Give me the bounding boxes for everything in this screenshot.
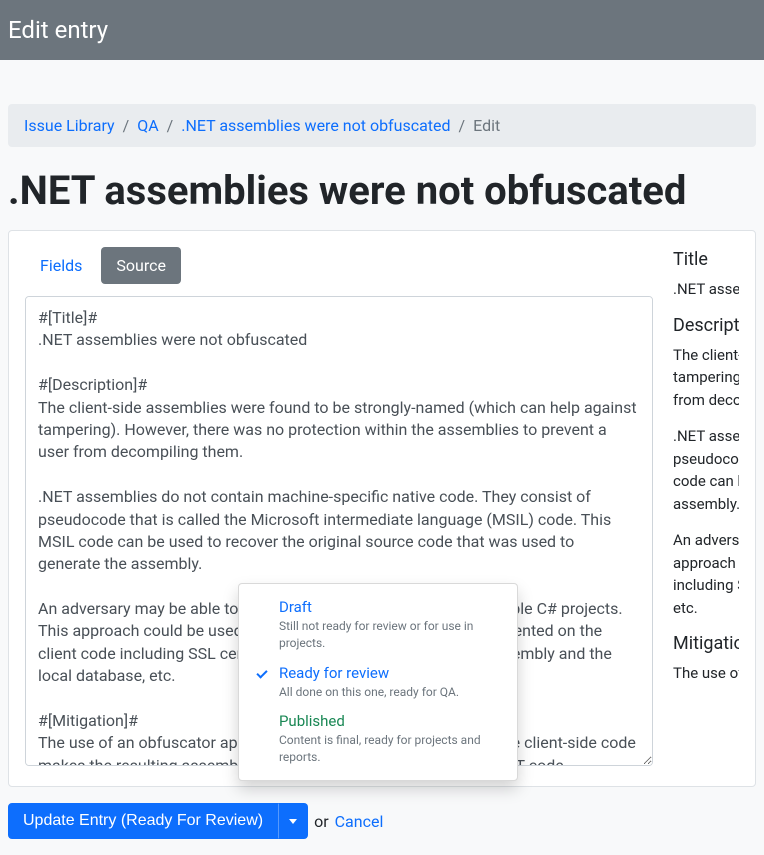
preview-mitigation-label: Mitigation bbox=[673, 633, 739, 654]
breadcrumb-separator: / bbox=[123, 116, 130, 135]
preview-title-value: .NET assemb bbox=[673, 278, 739, 301]
status-option-ready[interactable]: Ready for review All done on this one, r… bbox=[239, 658, 517, 707]
status-option-published[interactable]: Published Content is final, ready for pr… bbox=[239, 706, 517, 772]
header-title: Edit entry bbox=[8, 16, 756, 44]
breadcrumb-separator: / bbox=[459, 116, 466, 135]
tab-source[interactable]: Source bbox=[101, 247, 181, 284]
status-dropdown-menu: Draft Still not ready for review or for … bbox=[238, 583, 518, 781]
status-option-draft[interactable]: Draft Still not ready for review or for … bbox=[239, 592, 517, 658]
status-option-desc: Content is final, ready for projects and… bbox=[279, 732, 501, 766]
footer-actions: Update Entry (Ready For Review) or Cance… bbox=[0, 787, 764, 855]
status-dropdown-toggle[interactable] bbox=[278, 803, 308, 839]
status-option-title: Draft bbox=[279, 598, 501, 616]
status-option-title: Ready for review bbox=[279, 664, 501, 682]
status-option-desc: All done on this one, ready for QA. bbox=[279, 684, 501, 701]
preview-text: The use of an bbox=[673, 662, 739, 685]
tab-fields[interactable]: Fields bbox=[25, 247, 97, 284]
tabs: Fields Source bbox=[25, 247, 653, 284]
breadcrumb-issue-library[interactable]: Issue Library bbox=[24, 116, 115, 135]
breadcrumb: Issue Library / QA / .NET assemblies wer… bbox=[8, 104, 756, 147]
preview-text: The client-sid tampering). H from decomp… bbox=[673, 344, 739, 412]
breadcrumb-current: Edit bbox=[473, 116, 500, 135]
app-header: Edit entry bbox=[0, 0, 764, 60]
breadcrumb-separator: / bbox=[167, 116, 174, 135]
chevron-down-icon bbox=[289, 819, 297, 824]
breadcrumb-entry[interactable]: .NET assemblies were not obfuscated bbox=[181, 116, 450, 135]
breadcrumb-qa[interactable]: QA bbox=[137, 116, 158, 135]
preview-title-label: Title bbox=[673, 249, 739, 270]
or-text: or bbox=[314, 812, 329, 831]
preview-text: .NET assemb pseudocode t code can be u a… bbox=[673, 425, 739, 515]
status-option-desc: Still not ready for review or for use in… bbox=[279, 618, 501, 652]
update-entry-button[interactable]: Update Entry (Ready For Review) bbox=[8, 803, 278, 839]
page-title: .NET assemblies were not obfuscated bbox=[8, 167, 756, 214]
preview-description-label: Description bbox=[673, 315, 739, 336]
preview-panel: Title .NET assemb Description The client… bbox=[673, 247, 739, 770]
preview-text: An adversary approach cou including SSL … bbox=[673, 529, 739, 619]
status-option-title: Published bbox=[279, 712, 501, 730]
cancel-link[interactable]: Cancel bbox=[335, 812, 384, 831]
